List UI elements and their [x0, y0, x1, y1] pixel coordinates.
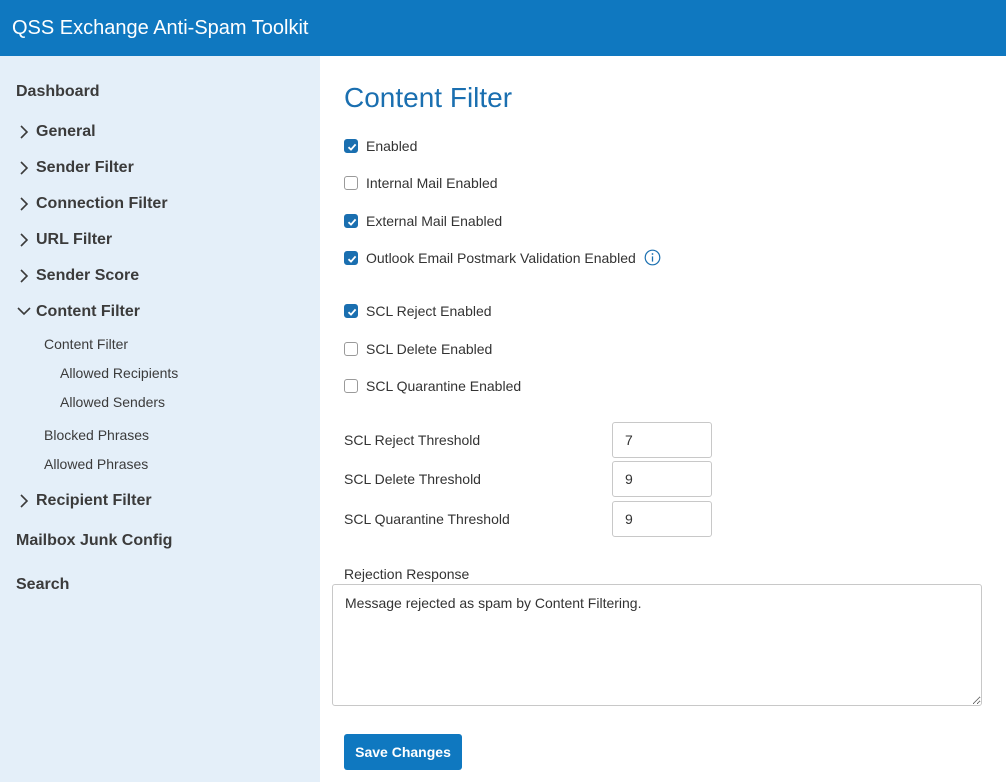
check-icon — [347, 143, 357, 151]
info-icon[interactable] — [644, 249, 661, 266]
check-icon — [347, 308, 357, 316]
scl-reject-checkbox[interactable] — [344, 304, 358, 318]
postmark-checkbox[interactable] — [344, 250, 358, 265]
checkbox-label: External Mail Enabled — [366, 213, 503, 229]
sidebar-item-label: Sender Filter — [36, 159, 134, 176]
checkbox-row-external-mail[interactable]: External Mail Enabled — [344, 213, 502, 229]
enabled-checkbox[interactable] — [344, 139, 358, 153]
checkbox-row-internal-mail[interactable]: Internal Mail Enabled — [344, 175, 498, 191]
sidebar-item-search[interactable]: Search — [16, 576, 69, 594]
sidebar-item-label: URL Filter — [36, 231, 113, 248]
scl-quarantine-threshold-label: SCL Quarantine Threshold — [344, 511, 510, 527]
scl-quarantine-threshold-input[interactable] — [612, 501, 712, 537]
checkbox-label: Outlook Email Postmark Validation Enable… — [366, 249, 636, 266]
checkbox-row-scl-quarantine[interactable]: SCL Quarantine Enabled — [344, 378, 521, 394]
checkbox-row-scl-reject[interactable]: SCL Reject Enabled — [344, 303, 492, 319]
sidebar-subitem-content-filter[interactable]: Content Filter — [44, 336, 128, 352]
chevron-right-icon — [16, 230, 36, 250]
chevron-right-icon — [16, 266, 36, 286]
checkbox-label: SCL Reject Enabled — [366, 303, 492, 319]
sidebar-subitem-allowed-senders[interactable]: Allowed Senders — [60, 394, 165, 410]
check-icon — [347, 218, 357, 226]
save-button[interactable]: Save Changes — [344, 734, 462, 770]
main-content: Content Filter Enabled Internal Mail Ena… — [320, 56, 1006, 782]
sidebar-subitem-allowed-recipients[interactable]: Allowed Recipients — [60, 365, 178, 381]
app-header: QSS Exchange Anti-Spam Toolkit — [0, 0, 1006, 56]
checkbox-label: SCL Delete Enabled — [366, 341, 493, 357]
sidebar-item-recipient-filter[interactable]: Recipient Filter — [16, 491, 152, 511]
sidebar-item-label: General — [36, 123, 96, 140]
sidebar-item-sender-score[interactable]: Sender Score — [16, 266, 139, 286]
scl-delete-checkbox[interactable] — [344, 342, 358, 356]
chevron-down-icon — [16, 302, 36, 322]
sidebar-item-content-filter[interactable]: Content Filter — [16, 302, 140, 322]
sidebar-item-dashboard[interactable]: Dashboard — [16, 83, 100, 101]
scl-delete-threshold-input[interactable] — [612, 461, 712, 497]
sidebar-item-label: Recipient Filter — [36, 492, 152, 509]
sidebar-item-label: Sender Score — [36, 267, 140, 284]
sidebar: Dashboard General Sender Filter Connecti… — [0, 56, 320, 782]
sidebar-item-url-filter[interactable]: URL Filter — [16, 230, 112, 250]
checkbox-label: Internal Mail Enabled — [366, 175, 498, 191]
app-title: QSS Exchange Anti-Spam Toolkit — [12, 17, 309, 39]
scl-delete-threshold-label: SCL Delete Threshold — [344, 471, 481, 487]
sidebar-item-label: Connection Filter — [36, 195, 168, 212]
sidebar-item-connection-filter[interactable]: Connection Filter — [16, 194, 168, 214]
check-icon — [347, 255, 357, 263]
checkbox-row-scl-delete[interactable]: SCL Delete Enabled — [344, 341, 492, 357]
scl-reject-threshold-label: SCL Reject Threshold — [344, 432, 481, 448]
rejection-response-label: Rejection Response — [344, 566, 470, 582]
sidebar-item-sender-filter[interactable]: Sender Filter — [16, 158, 134, 178]
checkbox-row-enabled[interactable]: Enabled — [344, 138, 417, 154]
scl-reject-threshold-input[interactable] — [612, 422, 712, 458]
sidebar-subitem-blocked-phrases[interactable]: Blocked Phrases — [44, 427, 149, 443]
chevron-right-icon — [16, 491, 36, 511]
sidebar-item-general[interactable]: General — [16, 122, 96, 142]
chevron-right-icon — [16, 194, 36, 214]
chevron-right-icon — [16, 122, 36, 142]
rejection-response-textarea[interactable]: Message rejected as spam by Content Filt… — [332, 584, 982, 706]
internal-mail-checkbox[interactable] — [344, 176, 358, 190]
sidebar-item-mailbox-junk-config[interactable]: Mailbox Junk Config — [16, 532, 172, 550]
page-title: Content Filter — [344, 82, 513, 113]
scl-quarantine-checkbox[interactable] — [344, 379, 358, 393]
checkbox-label: SCL Quarantine Enabled — [366, 378, 522, 394]
sidebar-subitem-allowed-phrases[interactable]: Allowed Phrases — [44, 456, 148, 472]
sidebar-item-label: Content Filter — [36, 303, 140, 320]
chevron-right-icon — [16, 158, 36, 178]
checkbox-label: Enabled — [366, 138, 418, 154]
checkbox-row-postmark[interactable]: Outlook Email Postmark Validation Enable… — [344, 249, 661, 266]
external-mail-checkbox[interactable] — [344, 214, 358, 228]
